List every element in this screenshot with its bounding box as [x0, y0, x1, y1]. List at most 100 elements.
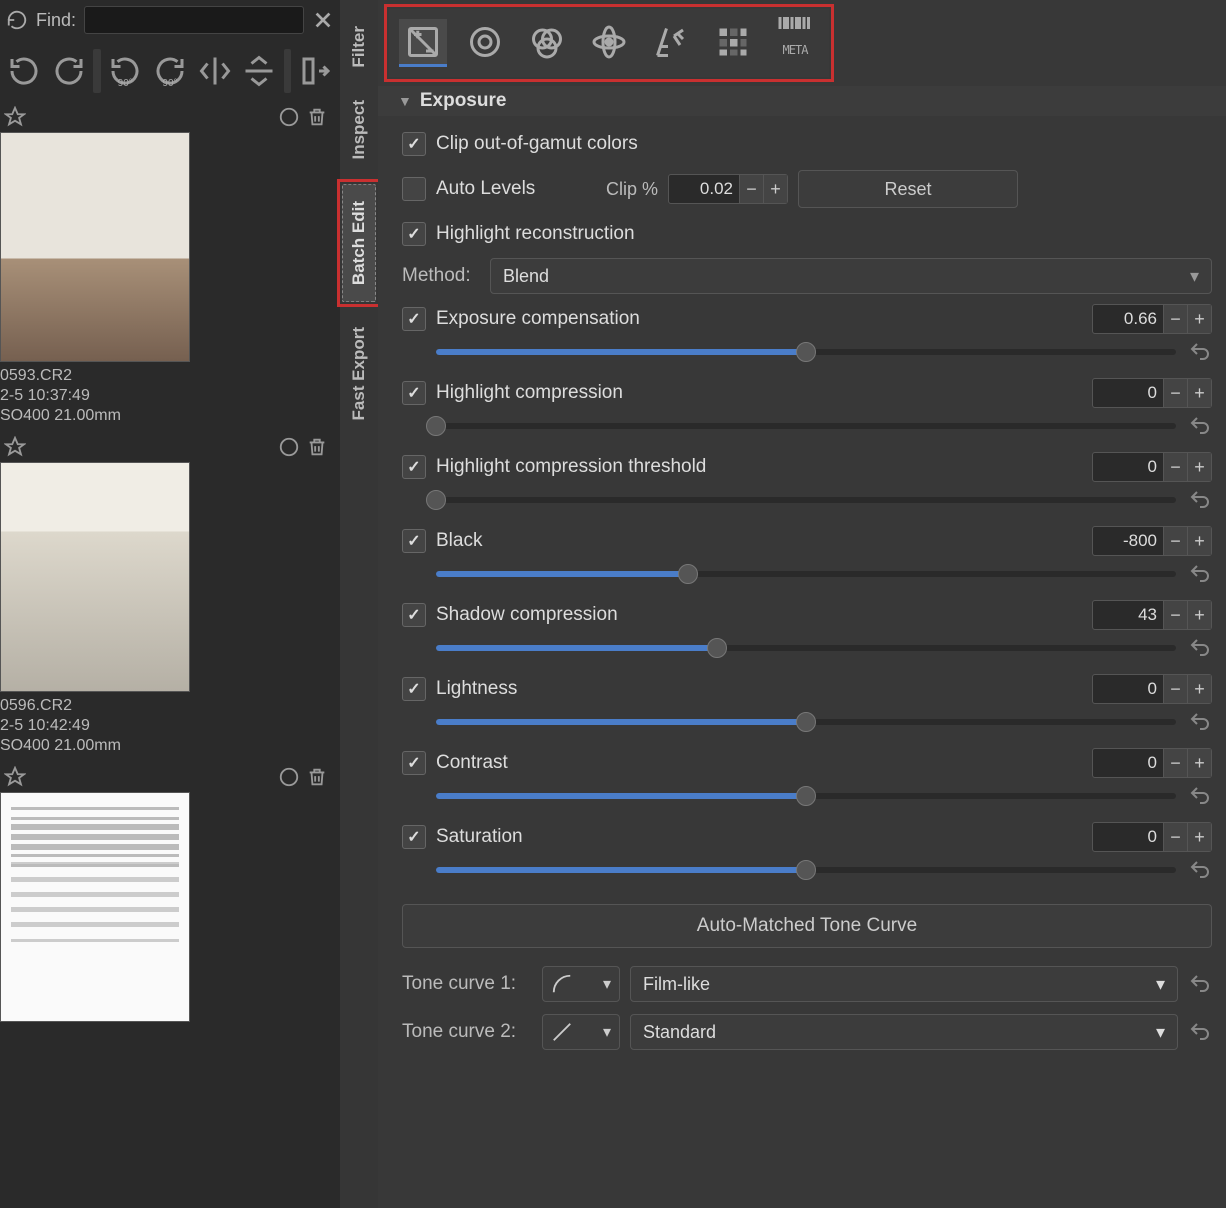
- undo-icon[interactable]: [1188, 858, 1212, 882]
- undo-icon[interactable]: [1188, 784, 1212, 808]
- lightness-spinner[interactable]: −+: [1092, 674, 1212, 704]
- section-header-exposure[interactable]: ▼ Exposure: [378, 86, 1226, 116]
- tab-filter[interactable]: Filter: [343, 10, 375, 84]
- auto-levels-checkbox[interactable]: [402, 177, 426, 201]
- color-label-icon[interactable]: [278, 766, 300, 788]
- thumbnail-item[interactable]: 0593.CR2 2-5 10:37:49 SO400 21.00mm: [0, 106, 340, 426]
- plus-button[interactable]: +: [1187, 379, 1211, 407]
- tab-meta-icon[interactable]: META: [771, 19, 819, 67]
- color-label-icon[interactable]: [278, 106, 300, 128]
- plus-button[interactable]: +: [1187, 305, 1211, 333]
- undo-icon[interactable]: [1188, 972, 1212, 996]
- saturation-slider[interactable]: [436, 867, 1176, 873]
- minus-button[interactable]: −: [1163, 453, 1187, 481]
- exposure-comp-checkbox[interactable]: [402, 307, 426, 331]
- thumbnail-image[interactable]: [0, 792, 190, 1022]
- hl-comp-thr-checkbox[interactable]: [402, 455, 426, 479]
- close-icon[interactable]: [312, 9, 334, 31]
- saturation-spinner[interactable]: −+: [1092, 822, 1212, 852]
- find-input[interactable]: [84, 6, 304, 34]
- tone-curve-1-dropdown[interactable]: Film-like ▾: [630, 966, 1178, 1002]
- tab-detail-icon[interactable]: [461, 19, 509, 67]
- plus-button[interactable]: +: [1187, 675, 1211, 703]
- star-icon[interactable]: [4, 436, 26, 458]
- trash-icon[interactable]: [306, 436, 328, 458]
- straighten-button[interactable]: [295, 49, 336, 93]
- tab-fast-export[interactable]: Fast Export: [343, 311, 375, 437]
- clip-pct-spinner[interactable]: − +: [668, 174, 788, 204]
- hl-comp-spinner[interactable]: −+: [1092, 378, 1212, 408]
- trash-icon[interactable]: [306, 106, 328, 128]
- collapse-icon[interactable]: ▼: [398, 93, 412, 109]
- tab-raw-icon[interactable]: [709, 19, 757, 67]
- lightness-checkbox[interactable]: [402, 677, 426, 701]
- exposure-comp-slider[interactable]: [436, 349, 1176, 355]
- method-dropdown[interactable]: Blend ▾: [490, 258, 1212, 294]
- tone-curve-1-icon-dropdown[interactable]: ▾: [542, 966, 620, 1002]
- hl-comp-checkbox[interactable]: [402, 381, 426, 405]
- shadow-comp-checkbox[interactable]: [402, 603, 426, 627]
- black-slider[interactable]: [436, 571, 1176, 577]
- thumbnail-item[interactable]: [0, 766, 340, 1022]
- rotate-cw-button[interactable]: [49, 49, 90, 93]
- undo-icon[interactable]: [1188, 562, 1212, 586]
- highlight-recon-checkbox[interactable]: [402, 222, 426, 246]
- plus-button[interactable]: +: [1187, 527, 1211, 555]
- plus-button[interactable]: +: [1187, 453, 1211, 481]
- rotate-ccw-button[interactable]: [4, 49, 45, 93]
- undo-icon[interactable]: [1188, 1020, 1212, 1044]
- black-checkbox[interactable]: [402, 529, 426, 553]
- undo-icon[interactable]: [1188, 340, 1212, 364]
- auto-matched-tone-curve-button[interactable]: Auto-Matched Tone Curve: [402, 904, 1212, 948]
- trash-icon[interactable]: [306, 766, 328, 788]
- undo-icon[interactable]: [1188, 710, 1212, 734]
- tab-transform-icon[interactable]: [647, 19, 695, 67]
- reset-button[interactable]: Reset: [798, 170, 1018, 208]
- hl-comp-slider[interactable]: [436, 423, 1176, 429]
- tab-advanced-icon[interactable]: [585, 19, 633, 67]
- tab-color-icon[interactable]: [523, 19, 571, 67]
- plus-button[interactable]: +: [763, 175, 787, 203]
- undo-icon[interactable]: [1188, 488, 1212, 512]
- clip-gamut-checkbox[interactable]: [402, 132, 426, 156]
- tab-inspect[interactable]: Inspect: [343, 84, 375, 176]
- minus-button[interactable]: −: [1163, 379, 1187, 407]
- lightness-slider[interactable]: [436, 719, 1176, 725]
- minus-button[interactable]: −: [1163, 749, 1187, 777]
- tab-exposure-icon[interactable]: [399, 19, 447, 67]
- undo-icon[interactable]: [1188, 414, 1212, 438]
- contrast-slider[interactable]: [436, 793, 1176, 799]
- thumbnail-image[interactable]: [0, 132, 190, 362]
- star-icon[interactable]: [4, 106, 26, 128]
- plus-button[interactable]: +: [1187, 749, 1211, 777]
- shadow-comp-spinner[interactable]: −+: [1092, 600, 1212, 630]
- shadow-comp-slider[interactable]: [436, 645, 1176, 651]
- minus-button[interactable]: −: [1163, 823, 1187, 851]
- contrast-spinner[interactable]: −+: [1092, 748, 1212, 778]
- clip-pct-input[interactable]: [669, 179, 739, 199]
- tab-batch-edit[interactable]: Batch Edit: [342, 184, 376, 302]
- color-label-icon[interactable]: [278, 436, 300, 458]
- flip-v-button[interactable]: [239, 49, 280, 93]
- minus-button[interactable]: −: [1163, 527, 1187, 555]
- star-icon[interactable]: [4, 766, 26, 788]
- minus-button[interactable]: −: [739, 175, 763, 203]
- minus-button[interactable]: −: [1163, 675, 1187, 703]
- saturation-checkbox[interactable]: [402, 825, 426, 849]
- thumbnail-list[interactable]: 0593.CR2 2-5 10:37:49 SO400 21.00mm 0596…: [0, 102, 340, 1208]
- black-spinner[interactable]: −+: [1092, 526, 1212, 556]
- hl-comp-thr-spinner[interactable]: −+: [1092, 452, 1212, 482]
- undo-icon[interactable]: [1188, 636, 1212, 660]
- exposure-comp-spinner[interactable]: −+: [1092, 304, 1212, 334]
- plus-button[interactable]: +: [1187, 823, 1211, 851]
- thumbnail-item[interactable]: 0596.CR2 2-5 10:42:49 SO400 21.00mm: [0, 436, 340, 756]
- rotate-cw-90-button[interactable]: 90°: [150, 49, 191, 93]
- tone-curve-2-dropdown[interactable]: Standard ▾: [630, 1014, 1178, 1050]
- hl-comp-thr-slider[interactable]: [436, 497, 1176, 503]
- contrast-checkbox[interactable]: [402, 751, 426, 775]
- tone-curve-2-icon-dropdown[interactable]: ▾: [542, 1014, 620, 1050]
- refresh-icon[interactable]: [6, 9, 28, 31]
- minus-button[interactable]: −: [1163, 305, 1187, 333]
- minus-button[interactable]: −: [1163, 601, 1187, 629]
- flip-h-button[interactable]: [194, 49, 235, 93]
